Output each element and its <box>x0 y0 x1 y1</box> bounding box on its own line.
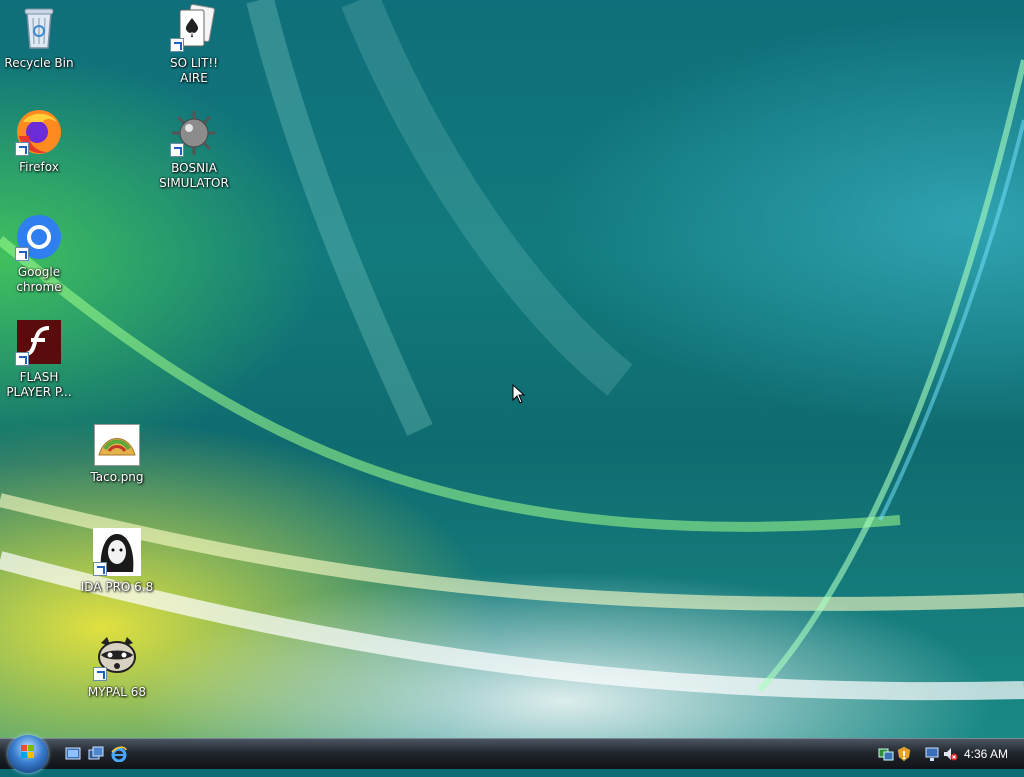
internet-explorer-icon[interactable] <box>111 746 127 762</box>
shortcut-arrow-icon <box>15 352 29 366</box>
desktop-icon-label: Firefox <box>19 160 59 174</box>
firefox-icon <box>15 108 63 156</box>
switch-windows-icon[interactable] <box>88 746 104 762</box>
raccoon-icon <box>93 633 141 681</box>
desktop-icon-label: SO LIT!! AIRE <box>169 56 219 85</box>
shortcut-arrow-icon <box>15 247 29 261</box>
desktop-icon-ida-pro[interactable]: IDA PRO 6.8 <box>80 528 154 595</box>
desktop-icon-taco-png[interactable]: Taco.png <box>80 424 154 485</box>
desktop-icon-google-chrome[interactable]: Google chrome <box>2 213 76 295</box>
shortcut-arrow-icon <box>93 667 107 681</box>
recycle-bin-icon <box>15 4 63 52</box>
desktop-icon-label: Recycle Bin <box>4 56 74 70</box>
desktop-wallpaper: Recycle Bin SO LIT!! AIRE Firefox BOSNIA… <box>0 0 1024 738</box>
shortcut-arrow-icon <box>170 38 184 52</box>
desktop-icon-solitaire[interactable]: SO LIT!! AIRE <box>157 3 231 86</box>
desktop-icon-label: FLASH PLAYER P... <box>6 370 72 399</box>
network-icon[interactable] <box>878 746 894 762</box>
desktop-icon-label: IDA PRO 6.8 <box>80 580 154 594</box>
volume-muted-icon[interactable] <box>942 746 958 762</box>
desktop-icon-recycle-bin[interactable]: Recycle Bin <box>2 4 76 71</box>
taco-image-icon <box>94 424 140 466</box>
mouse-cursor-icon <box>512 384 526 404</box>
desktop-icon-label: Taco.png <box>90 470 144 484</box>
shortcut-arrow-icon <box>170 143 184 157</box>
wallpaper-streaks <box>0 0 1024 701</box>
desktop-icon-label: MYPAL 68 <box>87 685 147 699</box>
desktop-icon-bosnia-simulator[interactable]: BOSNIA SIMULATOR <box>157 109 231 191</box>
system-tray: 4:36 AM <box>864 739 1024 769</box>
desktop-icon-label: Google chrome <box>16 265 62 294</box>
desktop-icon-label: BOSNIA SIMULATOR <box>159 161 229 190</box>
windows-logo-icon <box>21 745 34 758</box>
security-alert-icon[interactable] <box>896 746 912 762</box>
ida-pro-icon <box>93 528 141 576</box>
taskbar: 4:36 AM <box>0 735 1024 773</box>
network-connection-icon[interactable] <box>924 746 940 762</box>
solitaire-cards-icon <box>170 3 218 52</box>
mine-icon <box>170 109 218 157</box>
chrome-icon <box>15 213 63 261</box>
flash-player-icon <box>15 318 63 366</box>
desktop-icon-flash-player[interactable]: FLASH PLAYER P... <box>2 318 76 400</box>
desktop-icon-mypal[interactable]: MYPAL 68 <box>80 633 154 700</box>
desktop-icon-firefox[interactable]: Firefox <box>2 108 76 175</box>
show-desktop-icon[interactable] <box>65 746 81 762</box>
shortcut-arrow-icon <box>93 562 107 576</box>
start-button[interactable] <box>8 735 48 773</box>
taskbar-clock[interactable]: 4:36 AM <box>964 747 1008 761</box>
shortcut-arrow-icon <box>15 142 29 156</box>
